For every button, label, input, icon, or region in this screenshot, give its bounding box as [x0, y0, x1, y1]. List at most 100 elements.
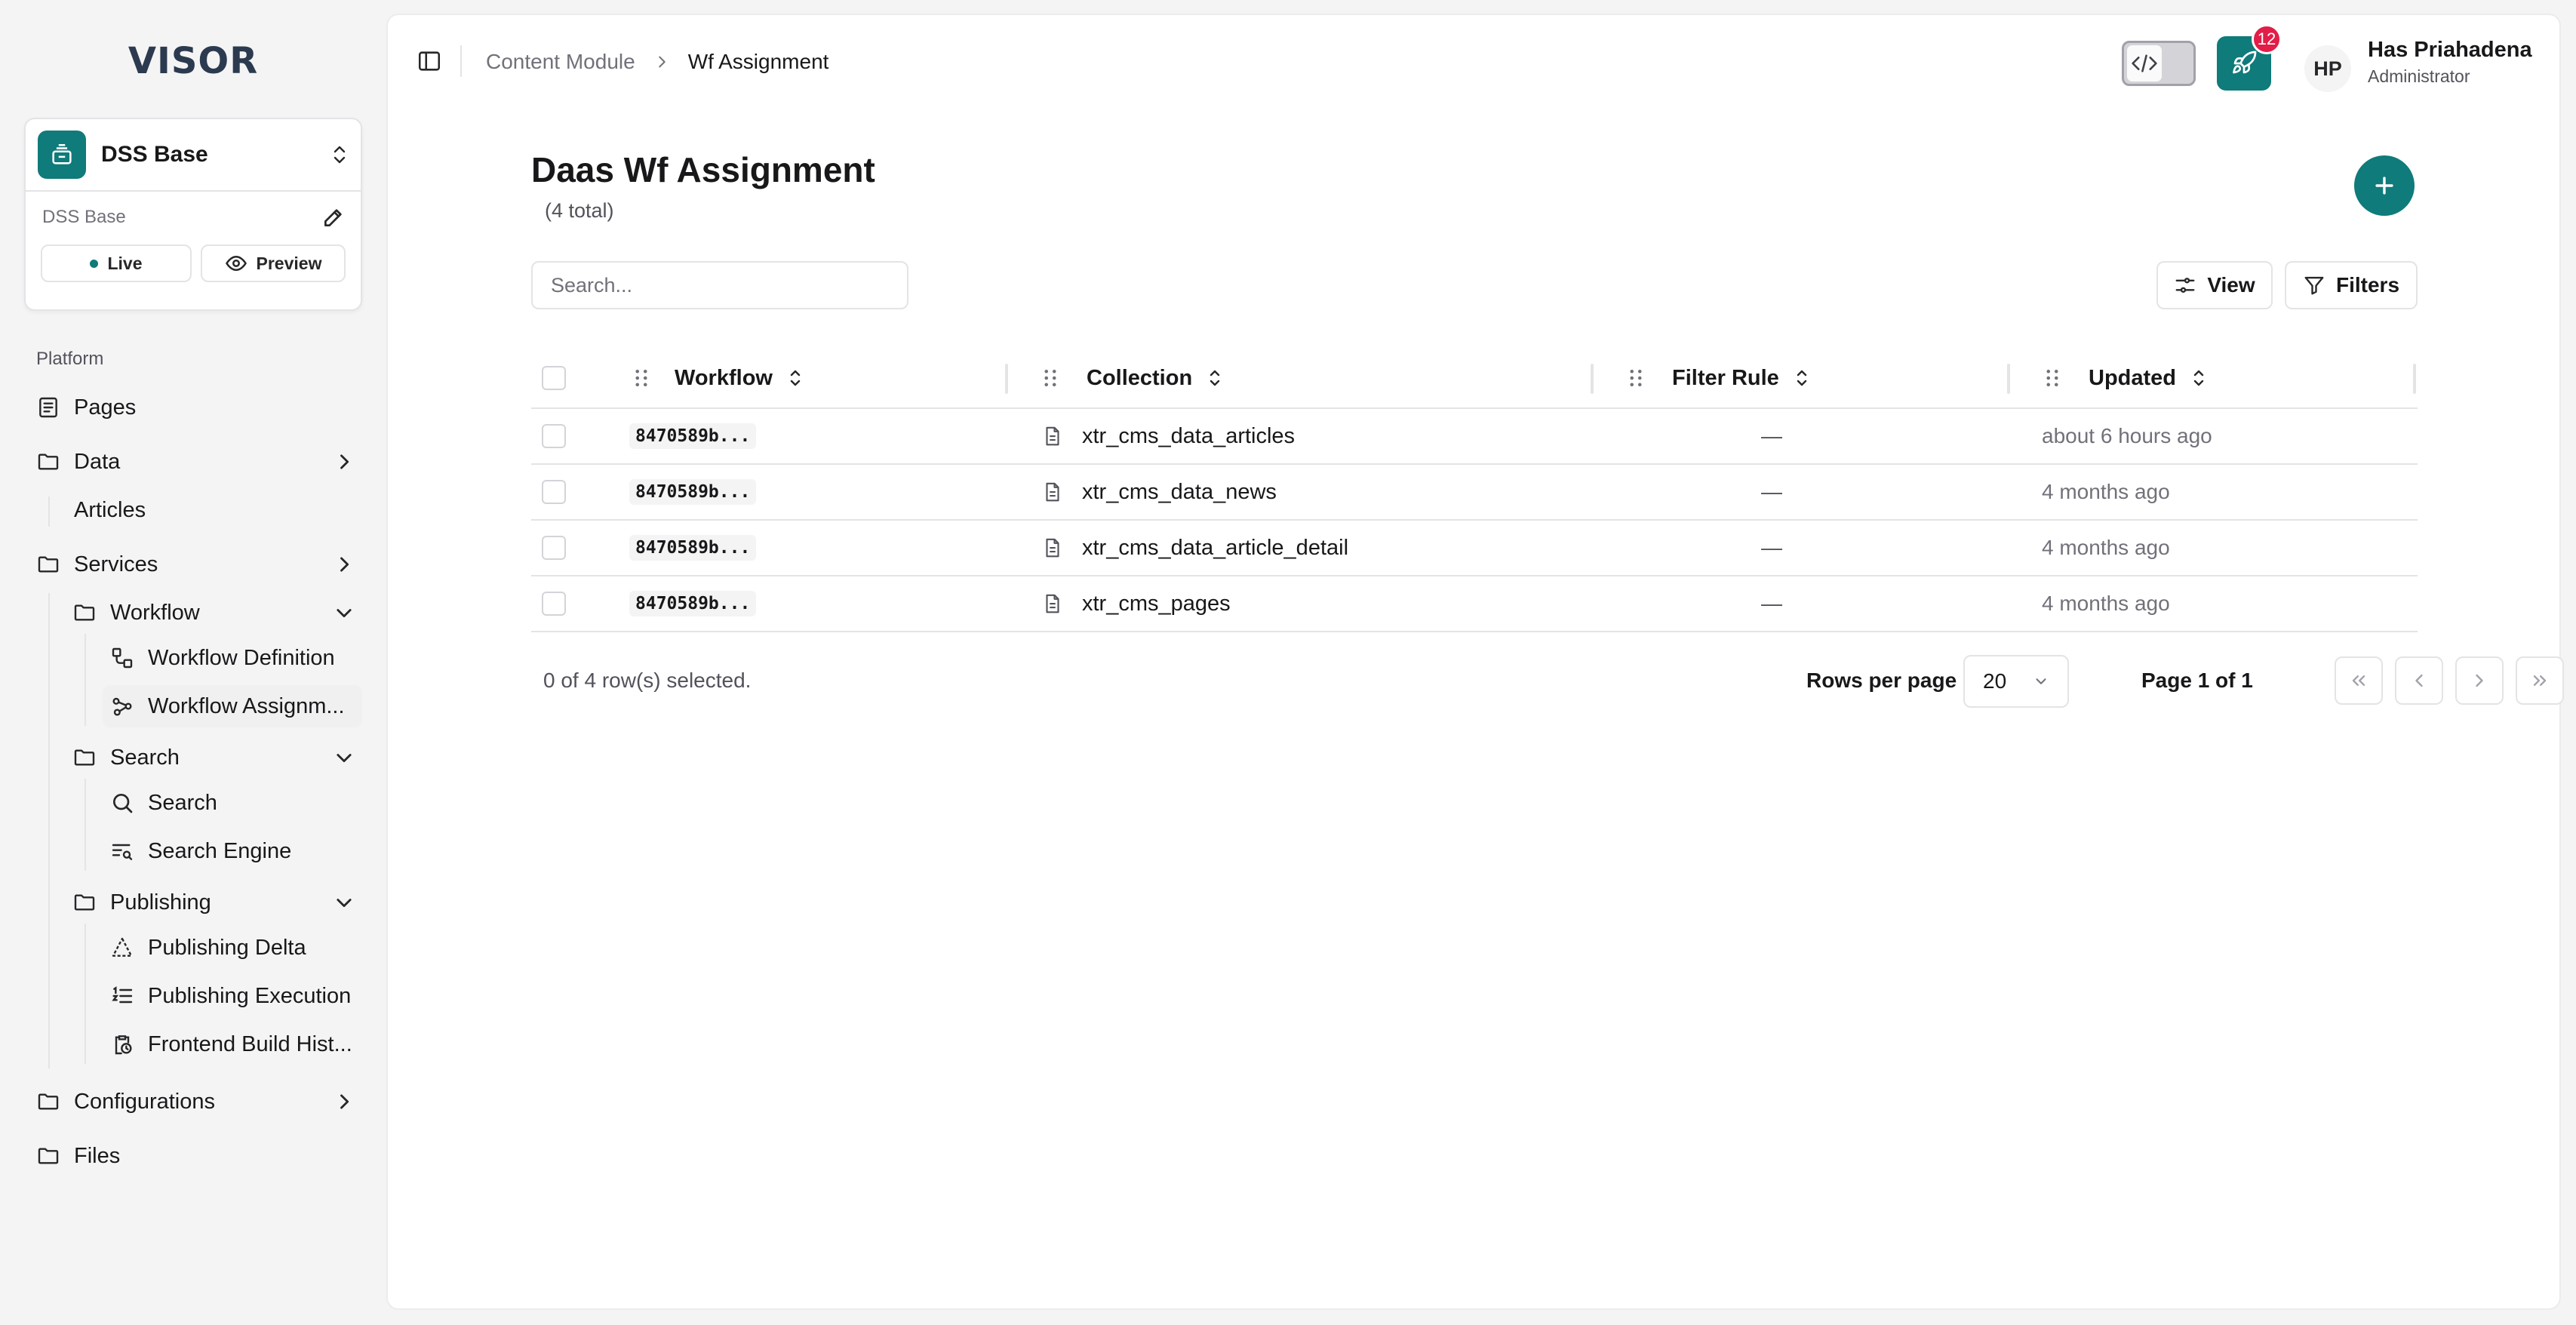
- column-header-filter-rule[interactable]: Filter Rule: [1627, 349, 1811, 407]
- breadcrumb-parent[interactable]: Content Module: [486, 50, 635, 74]
- site-sub-row: DSS Base: [26, 195, 361, 240]
- sidebar-item-label: Frontend Build Hist...: [148, 1031, 352, 1056]
- updated-value: 4 months ago: [2042, 592, 2170, 615]
- live-label: Live: [107, 253, 143, 273]
- first-page-button[interactable]: [2335, 656, 2383, 705]
- sidebar-item-publishing-execution[interactable]: Publishing Execution: [103, 975, 362, 1017]
- rows-per-page-select[interactable]: 20: [1963, 655, 2069, 708]
- sidebar-item-workflow-assignment[interactable]: Workflow Assignm...: [103, 685, 362, 727]
- sidebar-item-label: Search: [148, 790, 217, 815]
- select-all-checkbox[interactable]: [542, 366, 566, 390]
- search-input[interactable]: [531, 261, 908, 309]
- sort-icon[interactable]: [1793, 367, 1811, 389]
- filter-rule-cell: —: [1761, 521, 1782, 575]
- sidebar-item-label: Pages: [74, 395, 137, 420]
- drag-handle-icon[interactable]: [2043, 367, 2061, 389]
- sidebar-item-label: Services: [74, 552, 158, 576]
- sidebar-item-workflow-definition[interactable]: Workflow Definition: [103, 637, 362, 679]
- sidebar-item-frontend-build-history[interactable]: Frontend Build Hist...: [103, 1023, 362, 1065]
- workflow-icon: [110, 646, 134, 670]
- previous-page-button[interactable]: [2395, 656, 2443, 705]
- file-text-icon: [1041, 592, 1064, 615]
- sidebar-item-pages[interactable]: Pages: [30, 386, 362, 429]
- column-header-workflow[interactable]: Workflow: [632, 349, 804, 407]
- selection-status: 0 of 4 row(s) selected.: [543, 669, 752, 692]
- column-header-updated[interactable]: Updated: [2043, 349, 2208, 407]
- updated-cell: 4 months ago: [2042, 465, 2170, 519]
- column-resizer[interactable]: [2007, 364, 2010, 394]
- table-row[interactable]: 8470589b... xtr_cms_pages — 4 months ago: [531, 576, 2418, 632]
- site-logo-icon: [38, 131, 86, 179]
- record-count: (4 total): [545, 199, 614, 222]
- sidebar-item-configurations[interactable]: Configurations: [30, 1081, 362, 1123]
- table-row[interactable]: 8470589b... xtr_cms_data_article_detail …: [531, 521, 2418, 576]
- row-checkbox[interactable]: [542, 424, 566, 448]
- avatar[interactable]: HP: [2304, 45, 2351, 92]
- sidebar-item-search[interactable]: Search: [103, 782, 362, 824]
- column-resizer[interactable]: [2413, 364, 2416, 394]
- drag-handle-icon[interactable]: [1627, 367, 1645, 389]
- divider: [460, 45, 462, 77]
- row-select-cell: [542, 465, 566, 519]
- preview-button[interactable]: Preview: [201, 244, 346, 282]
- sidebar-item-services[interactable]: Services: [30, 543, 362, 586]
- filter-rule-cell: —: [1761, 576, 1782, 631]
- column-resizer[interactable]: [1591, 364, 1594, 394]
- workflow-cell: 8470589b...: [629, 409, 757, 463]
- sidebar-item-workflow[interactable]: Workflow: [66, 592, 362, 634]
- folder-icon: [36, 450, 60, 474]
- sidebar-item-search-engine[interactable]: Search Engine: [103, 830, 362, 872]
- chevron-down-icon: [334, 747, 355, 768]
- code-mode-toggle[interactable]: [2122, 41, 2196, 86]
- live-button[interactable]: Live: [41, 244, 192, 282]
- sort-icon[interactable]: [1206, 367, 1224, 389]
- dashed-triangle-icon: [110, 936, 134, 960]
- breadcrumb-current: Wf Assignment: [687, 50, 829, 73]
- main-panel: Content Module Wf Assignment 12 HP Has P…: [386, 14, 2564, 1310]
- view-button[interactable]: View: [2156, 261, 2273, 309]
- chevron-right-icon: [334, 1091, 355, 1112]
- filters-button[interactable]: Filters: [2285, 261, 2418, 309]
- live-dot-icon: [90, 259, 99, 268]
- rows-per-page-value: 20: [1983, 669, 2007, 693]
- add-button[interactable]: [2354, 155, 2415, 216]
- sort-icon[interactable]: [786, 367, 804, 389]
- row-checkbox[interactable]: [542, 536, 566, 560]
- select-all-cell: [542, 349, 566, 407]
- row-checkbox[interactable]: [542, 592, 566, 616]
- row-checkbox[interactable]: [542, 480, 566, 504]
- folder-icon: [72, 601, 97, 625]
- table-row[interactable]: 8470589b... xtr_cms_data_articles — abou…: [531, 409, 2418, 465]
- visor-logo[interactable]: VISOR: [128, 40, 258, 82]
- sort-icon[interactable]: [2190, 367, 2208, 389]
- sidebar-item-search-group[interactable]: Search: [66, 736, 362, 779]
- sidebar-item-data[interactable]: Data: [30, 441, 362, 483]
- updated-value: 4 months ago: [2042, 536, 2170, 559]
- filter-icon: [2303, 274, 2325, 297]
- last-page-button[interactable]: [2516, 656, 2564, 705]
- folder-icon: [72, 890, 97, 915]
- table-header: Workflow Collection Filter Rule Updated: [531, 349, 2418, 409]
- column-header-collection[interactable]: Collection: [1041, 349, 1224, 407]
- column-label: Workflow: [675, 365, 773, 390]
- table-row[interactable]: 8470589b... xtr_cms_data_news — 4 months…: [531, 465, 2418, 521]
- sidebar-item-publishing[interactable]: Publishing: [66, 881, 362, 924]
- sidebar-item-label: Configurations: [74, 1089, 215, 1114]
- column-resizer[interactable]: [1005, 364, 1008, 394]
- next-page-button[interactable]: [2455, 656, 2504, 705]
- drag-handle-icon[interactable]: [1041, 367, 1059, 389]
- collection-cell: xtr_cms_data_news: [1041, 465, 1277, 519]
- column-label: Collection: [1087, 365, 1193, 390]
- clipboard-clock-icon: [110, 1032, 134, 1056]
- sidebar-item-publishing-delta[interactable]: Publishing Delta: [103, 927, 362, 969]
- sidebar-toggle-icon[interactable]: [417, 48, 442, 74]
- workflow-id: 8470589b...: [629, 423, 757, 449]
- sidebar-item-articles[interactable]: Articles: [66, 489, 362, 531]
- file-text-icon: [1041, 536, 1064, 559]
- pencil-icon[interactable]: [321, 205, 346, 229]
- sidebar-item-files[interactable]: Files: [30, 1135, 362, 1177]
- drag-handle-icon[interactable]: [632, 367, 650, 389]
- collection-cell: xtr_cms_pages: [1041, 576, 1231, 631]
- site-switcher[interactable]: DSS Base: [26, 119, 361, 192]
- sidebar-item-label: Publishing Delta: [148, 935, 306, 960]
